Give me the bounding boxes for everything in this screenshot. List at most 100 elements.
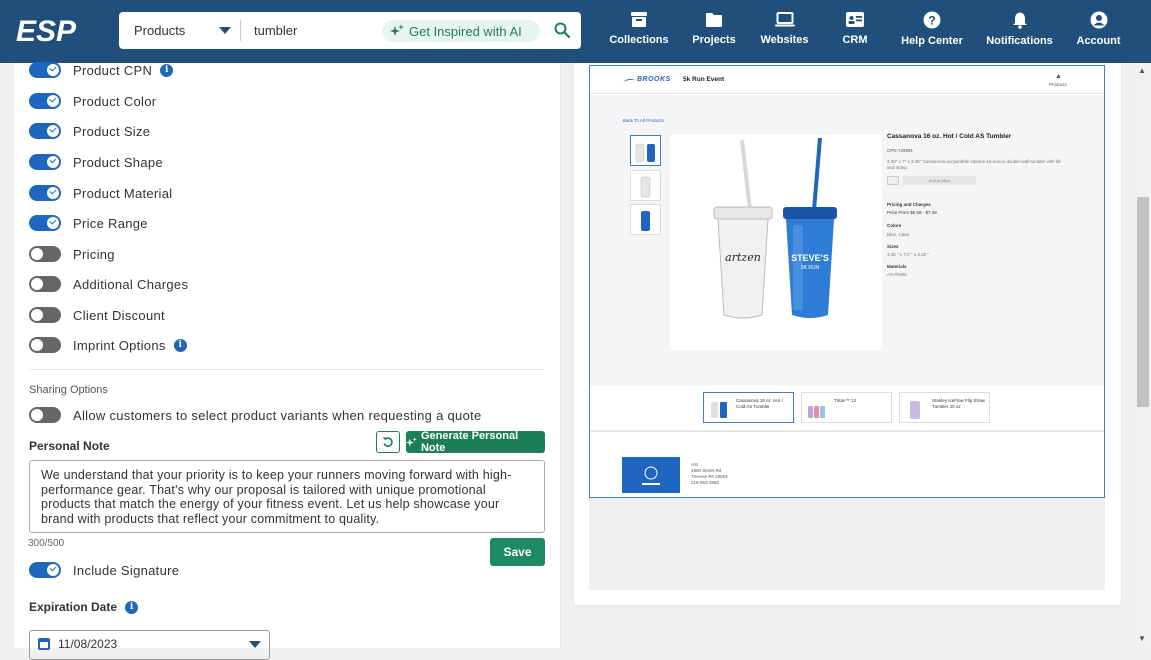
preview-pricing-value: Price From $5.59 - $7.49 bbox=[887, 210, 937, 215]
info-icon[interactable]: i bbox=[173, 338, 187, 352]
option-label: Imprint Options bbox=[73, 337, 166, 353]
nav-crm-label: CRM bbox=[842, 34, 868, 46]
esp-logo[interactable]: ESP bbox=[16, 14, 94, 48]
related-product-name: Stanley IceFlow Flip Straw Tumbler 20 oz bbox=[932, 398, 986, 409]
toggle-imprint-options[interactable] bbox=[29, 337, 61, 353]
supplier-logo bbox=[622, 457, 680, 493]
preview-brand-name: BROOKS bbox=[637, 76, 671, 83]
personal-note-textarea[interactable]: We understand that your priority is to k… bbox=[29, 460, 545, 533]
nav-crm[interactable]: CRM bbox=[838, 11, 872, 46]
toggle-additional-charges[interactable] bbox=[29, 276, 61, 292]
top-navigation-bar: ESP Products Get Inspired with AI Collec… bbox=[0, 0, 1151, 63]
option-label: Include Signature bbox=[73, 562, 180, 578]
search-bar: Products Get Inspired with AI bbox=[119, 12, 581, 49]
option-product-size: Product Size bbox=[29, 121, 150, 141]
user-circle-icon bbox=[1090, 11, 1107, 29]
search-input[interactable] bbox=[254, 20, 374, 41]
chevron-down-icon[interactable] bbox=[219, 27, 231, 34]
option-imprint-options: Imprint Options i bbox=[29, 335, 187, 355]
tumbler-thumbnail bbox=[709, 398, 729, 420]
expiration-date-select[interactable]: 11/08/2023 bbox=[29, 630, 270, 660]
back-to-products-link: Back To All Products bbox=[623, 118, 664, 123]
tumbler-thumbnail bbox=[905, 398, 925, 420]
product-thumbnail bbox=[630, 204, 661, 235]
related-product-name: Tritan™ 12 bbox=[834, 398, 857, 403]
option-product-cpn: Product CPN i bbox=[29, 60, 174, 80]
option-label: Product Shape bbox=[73, 154, 163, 170]
sharing-options-heading: Sharing Options bbox=[29, 384, 108, 396]
option-client-discount: Client Discount bbox=[29, 305, 165, 325]
option-label: Client Discount bbox=[73, 307, 165, 323]
option-label: Product CPN bbox=[73, 62, 153, 78]
nav-notifications[interactable]: Notifications bbox=[984, 11, 1055, 47]
toggle-allow-variants[interactable] bbox=[29, 407, 61, 423]
brooks-logo-mark bbox=[623, 78, 635, 82]
product-thumbnail bbox=[630, 170, 661, 201]
preview-background bbox=[589, 497, 1105, 590]
generate-personal-note-button[interactable]: Generate Personal Note bbox=[406, 430, 545, 454]
toggle-product-size[interactable] bbox=[29, 123, 61, 139]
nav-account[interactable]: Account bbox=[1075, 11, 1122, 47]
info-icon[interactable]: i bbox=[160, 63, 174, 77]
related-product-card: Stanley IceFlow Flip Straw Tumbler 20 oz bbox=[899, 392, 990, 423]
option-allow-variants: Allow customers to select product varian… bbox=[29, 405, 482, 425]
toggle-include-signature[interactable] bbox=[29, 562, 61, 578]
option-label: Product Size bbox=[73, 123, 151, 139]
svg-text:5K RUN: 5K RUN bbox=[801, 265, 820, 271]
presentation-settings-panel: Product CPN i Product Color Product Size… bbox=[14, 60, 561, 660]
ai-button-label: Get Inspired with AI bbox=[409, 23, 522, 39]
preview-products-link: Products bbox=[1049, 82, 1067, 87]
monitor-icon bbox=[774, 12, 795, 27]
sparkle-icon bbox=[390, 24, 404, 36]
calendar-icon bbox=[38, 638, 50, 650]
toggle-price-range[interactable] bbox=[29, 215, 61, 231]
toggle-product-shape[interactable] bbox=[29, 154, 61, 170]
nav-collections-label: Collections bbox=[609, 34, 669, 46]
personal-note-heading: Personal Note bbox=[29, 439, 110, 453]
nav-collections[interactable]: Collections bbox=[609, 11, 669, 46]
supplier-phone: 215-953-3582 bbox=[691, 480, 720, 485]
svg-text:STEVE'S: STEVE'S bbox=[791, 253, 829, 263]
tumbler-thumbnail bbox=[807, 398, 827, 420]
preview-colors-heading: Colors bbox=[887, 223, 902, 228]
save-note-button[interactable]: Save bbox=[490, 538, 545, 566]
tumbler-image: artzen STEVE'S 5K RUN bbox=[713, 137, 837, 319]
preview-sizes-heading: Sizes bbox=[887, 244, 899, 249]
toggle-client-discount[interactable] bbox=[29, 307, 61, 323]
preview-small-button bbox=[887, 176, 899, 185]
nav-websites[interactable]: Websites bbox=[757, 11, 812, 46]
toggle-product-material[interactable] bbox=[29, 185, 61, 201]
preview-description: 3.38" x 7" x 3.38" Cassanova acrylonitri… bbox=[887, 159, 1061, 170]
undo-note-button[interactable] bbox=[376, 431, 400, 453]
nav-account-label: Account bbox=[1076, 35, 1121, 47]
svg-text:ESP: ESP bbox=[16, 15, 77, 48]
nav-help-center[interactable]: ? Help Center bbox=[899, 11, 965, 47]
section-divider bbox=[29, 369, 544, 370]
toggle-pricing[interactable] bbox=[29, 246, 61, 262]
get-inspired-ai-button[interactable]: Get Inspired with AI bbox=[382, 20, 540, 42]
search-divider bbox=[240, 20, 241, 41]
bell-icon bbox=[1012, 12, 1027, 29]
chevron-down-icon[interactable] bbox=[249, 641, 261, 648]
option-label: Product Color bbox=[73, 93, 157, 109]
search-scope-select[interactable]: Products bbox=[134, 23, 185, 38]
preview-related-products: Cassanova 16 oz. Hot / Cold AS Tumbler T… bbox=[590, 386, 1104, 431]
id-card-icon bbox=[846, 12, 864, 27]
scrollbar-thumb[interactable] bbox=[1137, 197, 1149, 407]
toggle-product-cpn[interactable] bbox=[29, 62, 61, 78]
option-label: Price Range bbox=[73, 215, 148, 231]
scroll-down-arrow-icon[interactable]: ▼ bbox=[1138, 634, 1146, 643]
preview-product-detail: Back To All Products artzen STEVE'S 5K R… bbox=[590, 95, 1104, 386]
generate-button-label: Generate Personal Note bbox=[420, 430, 519, 454]
preview-sizes-value: 3.38 " x 7.0 " x 3.38 " bbox=[887, 252, 929, 257]
presentation-preview[interactable]: BROOKS 5k Run Event ▲ Products Back To A… bbox=[589, 65, 1105, 498]
svg-text:?: ? bbox=[928, 14, 935, 28]
related-product-name: Cassanova 16 oz. Hot / Cold AS Tumbler bbox=[736, 398, 783, 409]
option-product-color: Product Color bbox=[29, 91, 156, 111]
option-label: Allow customers to select product varian… bbox=[73, 407, 482, 423]
nav-projects[interactable]: Projects bbox=[690, 11, 738, 46]
toggle-product-color[interactable] bbox=[29, 93, 61, 109]
scroll-up-arrow-icon[interactable]: ▲ bbox=[1138, 66, 1146, 75]
search-icon[interactable] bbox=[553, 21, 571, 39]
info-icon[interactable]: i bbox=[125, 600, 139, 614]
